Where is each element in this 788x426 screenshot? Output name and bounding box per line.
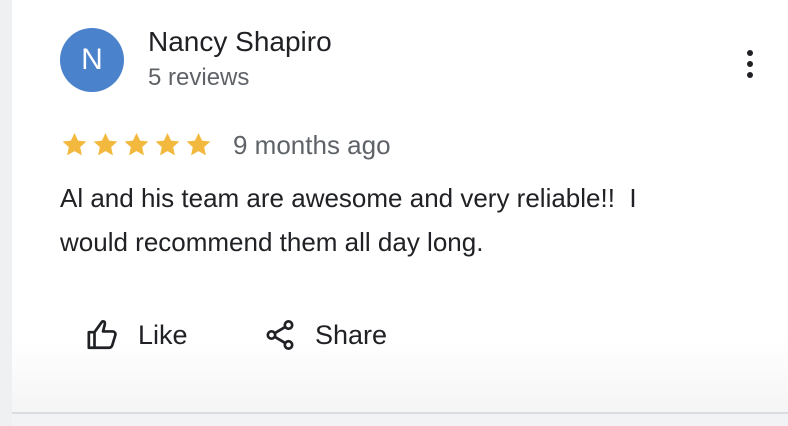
- review-text-line: Al and his team are awesome and very rel…: [60, 183, 637, 213]
- author-review-count: 5 reviews: [148, 64, 250, 91]
- more-vert-icon: [747, 50, 753, 56]
- thumb-up-icon: [87, 319, 117, 350]
- star-icon: [62, 133, 87, 156]
- more-options-button[interactable]: [736, 46, 764, 82]
- review-time: 9 months ago: [233, 130, 391, 160]
- like-label: Like: [138, 319, 188, 350]
- share-icon: [266, 320, 294, 350]
- author-name[interactable]: Nancy Shapiro: [148, 26, 332, 58]
- like-button[interactable]: Like: [86, 313, 188, 357]
- review-text: Al and his team are awesome and very rel…: [60, 176, 740, 264]
- review-text-line: would recommend them all day long.: [60, 227, 484, 257]
- next-section-strip: [12, 414, 788, 426]
- share-label: Share: [315, 319, 388, 350]
- star-icon: [124, 133, 149, 156]
- star-icon: [186, 133, 211, 156]
- avatar[interactable]: N: [60, 28, 124, 92]
- star-icon: [155, 133, 180, 156]
- left-panel-edge: [0, 0, 12, 426]
- share-button[interactable]: Share: [263, 313, 387, 357]
- star-rating: [60, 130, 213, 159]
- more-vert-icon-dot: [747, 61, 753, 67]
- star-icon: [93, 133, 118, 156]
- more-vert-icon-dot: [747, 72, 753, 78]
